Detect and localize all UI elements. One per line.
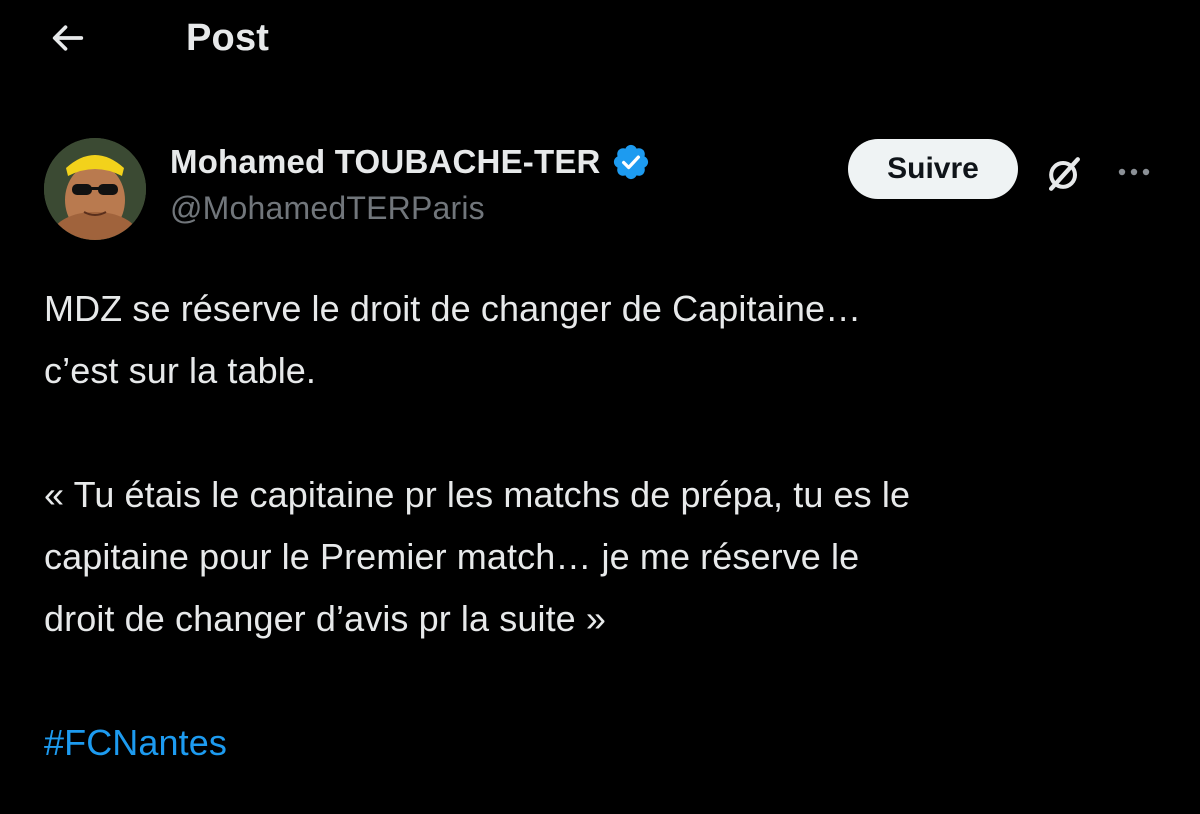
verified-badge-icon[interactable]	[611, 142, 651, 182]
more-options-button[interactable]	[1106, 146, 1162, 202]
grok-slash-icon	[1042, 152, 1086, 201]
post-quote-line: capitaine pour le Premier match… je me r…	[44, 536, 860, 577]
follow-button[interactable]: Suivre	[848, 139, 1018, 199]
post-text: MDZ se réserve le droit de changer de Ca…	[44, 278, 1174, 774]
page-title: Post	[186, 17, 270, 59]
post-quote-line: « Tu étais le capitaine pr les matchs de…	[44, 474, 911, 515]
hashtag-link[interactable]: #FCNantes	[44, 722, 227, 763]
display-name[interactable]: Mohamed TOUBACHE-TER	[170, 143, 601, 181]
author-names: Mohamed TOUBACHE-TER @MohamedTERParis	[170, 138, 651, 227]
post-author-row: Mohamed TOUBACHE-TER @MohamedTERParis Su…	[0, 130, 1200, 250]
avatar[interactable]	[44, 138, 146, 240]
post-text-line: c’est sur la table.	[44, 350, 317, 391]
grok-button[interactable]	[1036, 148, 1092, 204]
back-button[interactable]	[40, 14, 96, 66]
top-bar: Post	[0, 0, 1200, 80]
arrow-left-icon	[48, 18, 88, 63]
user-handle[interactable]: @MohamedTERParis	[170, 190, 651, 227]
more-dots-icon	[1114, 165, 1154, 183]
post-text-line: MDZ se réserve le droit de changer de Ca…	[44, 288, 862, 329]
post-quote-line: droit de changer d’avis pr la suite »	[44, 598, 607, 639]
